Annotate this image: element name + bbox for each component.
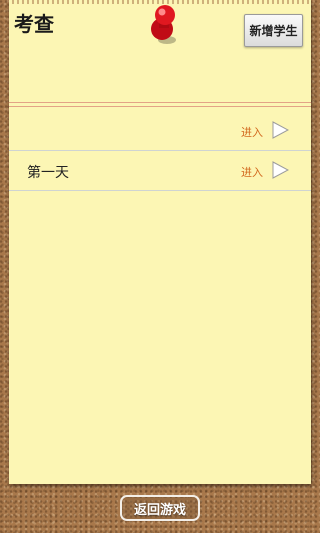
- list-item[interactable]: 进入: [9, 110, 311, 151]
- header-divider: [9, 102, 311, 103]
- enter-link[interactable]: 进入: [241, 164, 263, 180]
- play-arrow-icon[interactable]: [271, 121, 289, 139]
- play-arrow-icon[interactable]: [271, 161, 289, 179]
- list-item[interactable]: 第一天 进入: [9, 150, 311, 191]
- back-to-game-button[interactable]: 返回游戏: [120, 495, 200, 521]
- add-student-button[interactable]: 新增学生: [244, 14, 303, 47]
- page-title: 考查: [14, 12, 54, 36]
- push-pin-icon: [151, 5, 176, 44]
- enter-link[interactable]: 进入: [241, 124, 263, 140]
- note-paper: 考查 新增学生 进入 第一天 进入: [9, 0, 311, 484]
- list-item-label: 第一天: [27, 165, 69, 181]
- header-divider: [9, 106, 311, 107]
